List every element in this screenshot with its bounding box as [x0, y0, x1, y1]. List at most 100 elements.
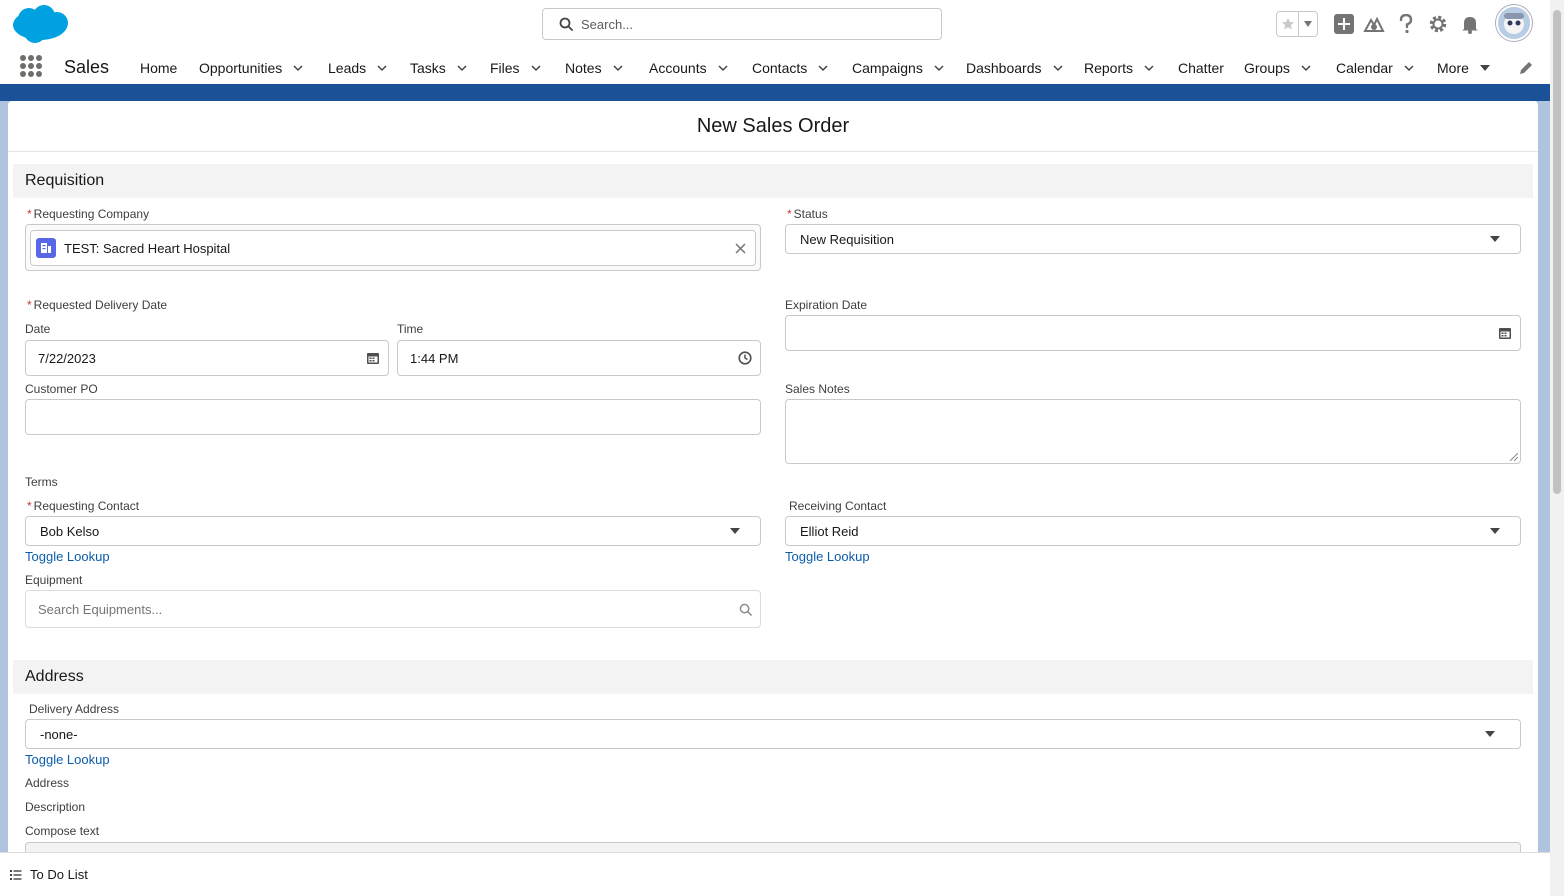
nav-item-notes[interactable]: Notes	[565, 60, 624, 76]
salesforce-cloud-logo[interactable]	[11, 4, 69, 44]
nav-item-label: Reports	[1084, 60, 1134, 76]
trailhead-icon[interactable]	[1363, 13, 1385, 35]
nav-item-accounts[interactable]: Accounts	[649, 60, 729, 76]
chevron-down-icon[interactable]	[456, 62, 468, 74]
scrollbar-thumb[interactable]	[1553, 10, 1561, 494]
nav-item-campaigns[interactable]: Campaigns	[852, 60, 945, 76]
customer-po-input[interactable]	[25, 399, 761, 435]
page-scrollbar[interactable]	[1550, 0, 1564, 896]
chevron-down-icon[interactable]	[292, 62, 304, 74]
expiration-date-input[interactable]	[785, 315, 1521, 351]
chevron-down-icon[interactable]	[612, 62, 624, 74]
notifications-bell-icon[interactable]	[1459, 13, 1481, 35]
app-name: Sales	[64, 57, 110, 77]
nav-item-label: Groups	[1244, 60, 1290, 76]
nav-item-tasks[interactable]: Tasks	[410, 60, 468, 76]
calendar-icon[interactable]	[358, 351, 388, 365]
edit-nav-pencil-icon[interactable]	[1518, 60, 1534, 76]
search-icon	[730, 603, 760, 616]
app-launcher-icon[interactable]	[20, 55, 42, 77]
nav-item-label: Contacts	[752, 60, 808, 76]
nav-item-label: Files	[490, 60, 520, 76]
requesting-contact-select[interactable]: Bob Kelso	[25, 516, 761, 546]
favorites-dropdown-icon[interactable]	[1299, 12, 1317, 36]
chevron-down-icon[interactable]	[817, 62, 829, 74]
toggle-lookup-delivery-address-link[interactable]: Toggle Lookup	[25, 752, 110, 767]
caret-down-icon[interactable]	[1470, 235, 1520, 243]
chevron-down-icon[interactable]	[1300, 62, 1312, 74]
delivery-time-value: 1:44 PM	[410, 350, 459, 366]
nav-item-label: Home	[140, 60, 178, 76]
chevron-down-icon[interactable]	[1052, 62, 1064, 74]
nav-item-contacts[interactable]: Contacts	[752, 60, 829, 76]
equipment-search-input[interactable]	[38, 601, 730, 617]
nav-item-chatter[interactable]: Chatter	[1178, 60, 1224, 76]
caret-down-icon[interactable]	[710, 527, 760, 535]
section-header-address[interactable]: Address	[13, 660, 1533, 694]
help-icon[interactable]	[1395, 13, 1417, 35]
section-header-requisition[interactable]: Requisition	[13, 164, 1533, 198]
section-title: Address	[25, 668, 84, 685]
modal-title: New Sales Order	[696, 114, 850, 137]
toggle-lookup-receiving-contact-link[interactable]: Toggle Lookup	[785, 549, 870, 564]
favorites-star-icon[interactable]	[1277, 12, 1299, 36]
equipment-search-box[interactable]	[25, 590, 761, 628]
date-label: Date	[25, 322, 51, 336]
nav-item-label: Dashboards	[966, 60, 1042, 76]
chevron-down-icon[interactable]	[376, 62, 388, 74]
user-avatar[interactable]	[1496, 5, 1532, 41]
requesting-contact-value: Bob Kelso	[40, 523, 100, 539]
app-navigation-bar: Sales Home Opportunities Leads Tasks Fil…	[0, 50, 1550, 87]
requesting-company-pill[interactable]: TEST: Sacred Heart Hospital	[30, 230, 756, 266]
caret-down-icon[interactable]	[1460, 730, 1520, 738]
nav-item-groups[interactable]: Groups	[1244, 60, 1312, 76]
requesting-company-label: * Requesting Company	[27, 207, 150, 221]
receiving-contact-label: Receiving Contact	[789, 499, 887, 513]
global-search-input[interactable]	[581, 16, 921, 32]
nav-item-label: Tasks	[410, 60, 446, 76]
chevron-down-icon[interactable]	[1403, 62, 1415, 74]
nav-item-label: Calendar	[1336, 60, 1393, 76]
nav-item-files[interactable]: Files	[490, 60, 542, 76]
nav-item-calendar[interactable]: Calendar	[1336, 60, 1415, 76]
requested-delivery-date-label: * Requested Delivery Date	[27, 298, 168, 312]
clock-icon[interactable]	[730, 351, 760, 365]
nav-item-label: Opportunities	[199, 60, 283, 76]
nav-item-opportunities[interactable]: Opportunities	[199, 60, 304, 76]
sales-notes-label: Sales Notes	[785, 382, 850, 396]
nav-item-reports[interactable]: Reports	[1084, 60, 1155, 76]
section-title: Requisition	[25, 172, 105, 189]
nav-item-home[interactable]: Home	[140, 60, 177, 76]
status-select[interactable]: New Requisition	[785, 224, 1521, 254]
calendar-icon[interactable]	[1490, 326, 1520, 340]
global-search-box[interactable]	[542, 8, 942, 40]
address-label: Address	[25, 776, 70, 790]
toggle-lookup-requesting-contact-link[interactable]: Toggle Lookup	[25, 549, 110, 564]
sales-notes-textarea[interactable]	[785, 399, 1521, 464]
chevron-down-icon[interactable]	[717, 62, 729, 74]
delivery-address-select[interactable]: -none-	[25, 719, 1521, 749]
nav-item-leads[interactable]: Leads	[328, 60, 388, 76]
utility-bar: To Do List	[0, 852, 1550, 896]
resize-handle-icon[interactable]	[1510, 453, 1518, 461]
requesting-company-value: TEST: Sacred Heart Hospital	[64, 240, 231, 256]
delivery-time-input[interactable]: 1:44 PM	[397, 340, 761, 376]
nav-item-more[interactable]: More	[1437, 60, 1491, 76]
nav-item-label: Accounts	[649, 60, 707, 76]
nav-item-label: Chatter	[1178, 60, 1224, 76]
chevron-down-icon[interactable]	[1143, 62, 1155, 74]
caret-down-icon[interactable]	[1470, 527, 1520, 535]
delivery-date-input[interactable]: 7/22/2023	[25, 340, 389, 376]
nav-item-label: Leads	[328, 60, 367, 76]
global-add-icon[interactable]	[1333, 13, 1355, 35]
caret-down-icon[interactable]	[1479, 62, 1491, 74]
chevron-down-icon[interactable]	[530, 62, 542, 74]
setup-gear-icon[interactable]	[1427, 13, 1449, 35]
receiving-contact-select[interactable]: Elliot Reid	[785, 516, 1521, 546]
nav-item-dashboards[interactable]: Dashboards	[966, 60, 1064, 76]
utility-item-todo-list[interactable]: To Do List	[10, 867, 88, 882]
account-icon	[36, 238, 56, 258]
nav-item-label: Notes	[565, 60, 602, 76]
chevron-down-icon[interactable]	[933, 62, 945, 74]
clear-selection-icon[interactable]	[725, 242, 755, 254]
